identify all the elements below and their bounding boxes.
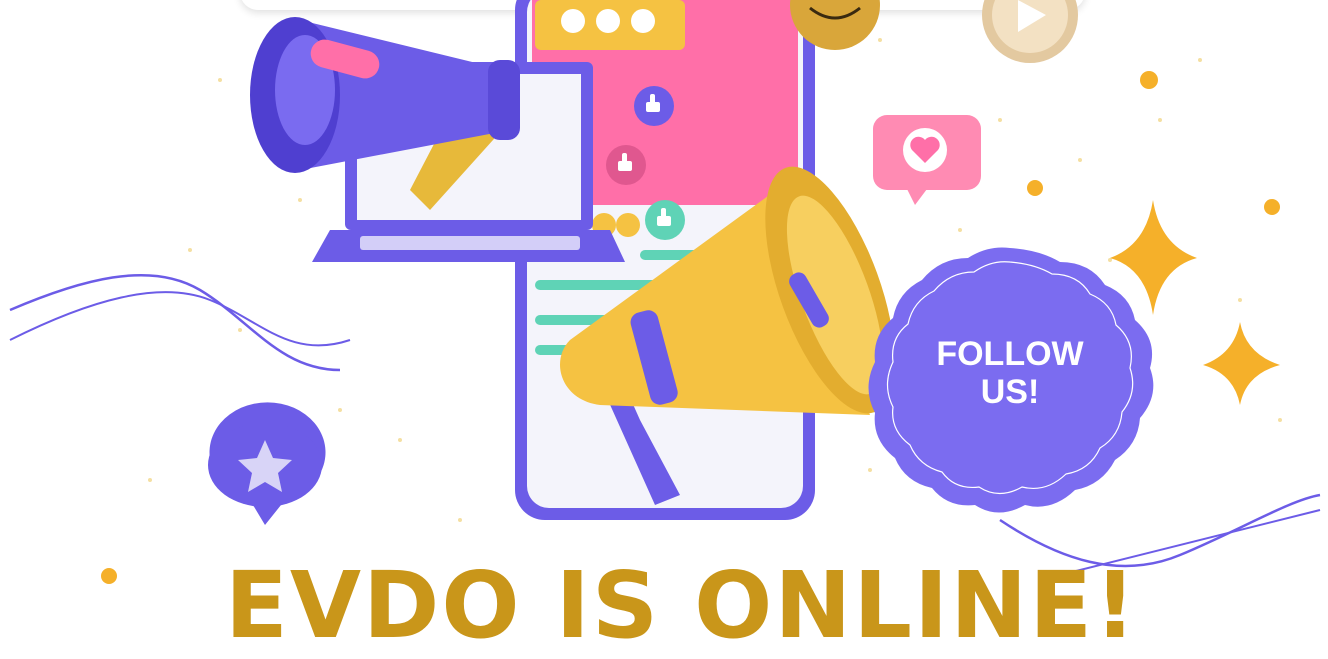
thumbs-up-icon <box>634 86 674 126</box>
illustration-canvas <box>9 0 1321 584</box>
swirl-line-left <box>9 273 341 372</box>
swirl-line-left-2 <box>9 291 351 347</box>
badge-line-1: FOLLOW <box>936 335 1084 373</box>
sparkle-icon-small <box>1203 322 1280 405</box>
badge-line-2: US! <box>980 373 1040 411</box>
play-icon <box>982 0 1078 63</box>
promo-illustration: FOLLOW US! EVDO IS ONLINE! <box>0 0 1328 652</box>
headline-text: EVDO IS ONLINE! <box>225 552 1139 659</box>
heart-bubble-icon <box>873 115 981 205</box>
thumbs-up-icon-2 <box>606 145 646 185</box>
follow-us-text: FOLLOW US! <box>895 335 1125 411</box>
star-bubble-icon <box>208 402 326 525</box>
